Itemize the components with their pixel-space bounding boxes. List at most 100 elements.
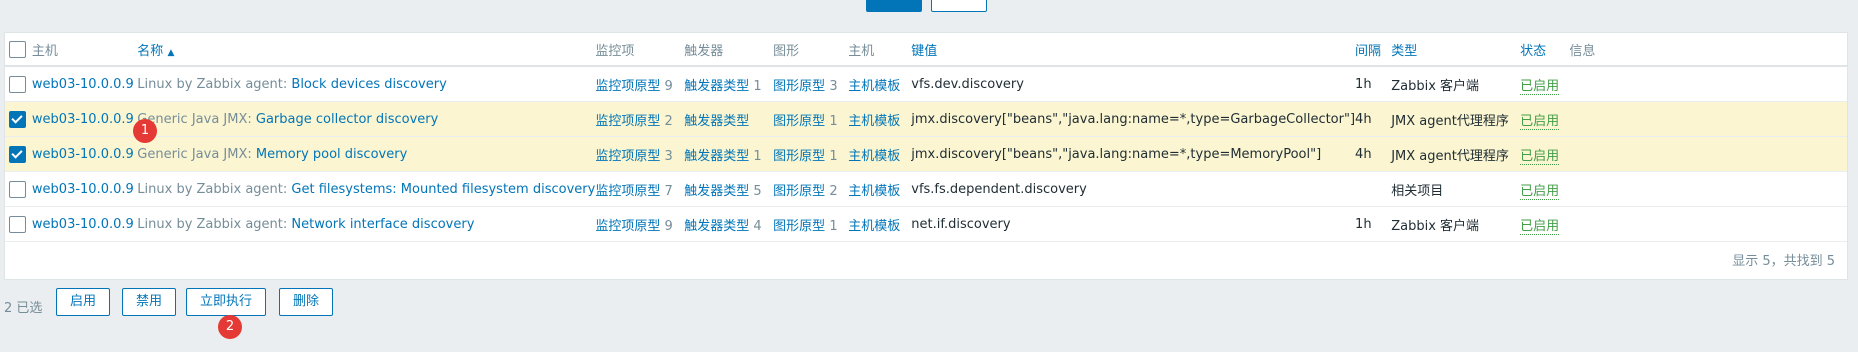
rule-name-link[interactable]: Memory pool discovery [256, 147, 407, 162]
interval-value: 4h [1355, 136, 1392, 172]
trigger-prototypes-link[interactable]: 触发器类型 [684, 114, 749, 129]
host-prototypes-link[interactable]: 主机模板 [848, 184, 900, 199]
info-cell [1569, 136, 1847, 172]
type-value: Zabbix 客户端 [1391, 206, 1521, 242]
graph-prototypes-link[interactable]: 图形原型 [773, 149, 825, 164]
template-link[interactable]: Linux by Zabbix agent [137, 182, 283, 197]
graph-prototypes-count: 3 [829, 78, 838, 94]
item-prototypes-link[interactable]: 监控项原型 [595, 219, 660, 234]
col-type[interactable]: 类型 [1391, 33, 1521, 67]
info-cell [1569, 66, 1847, 102]
rule-name-link[interactable]: Network interface discovery [291, 217, 474, 232]
rule-name-link[interactable]: Get filesystems: Mounted filesystem disc… [291, 182, 595, 197]
trigger-prototypes-count: 1 [753, 148, 762, 164]
host-link[interactable]: web03-10.0.0.9 [32, 147, 134, 162]
key-value: net.if.discovery [911, 206, 1356, 242]
step-badge-2: 2 [218, 315, 242, 339]
item-prototypes-count: 2 [664, 113, 673, 129]
apply-filter-button[interactable] [866, 0, 922, 12]
col-triggers: 触发器 [684, 33, 774, 67]
table-row: web03-10.0.0.9 Linux by Zabbix agent: Bl… [5, 66, 1847, 102]
selected-count: 2 已选 [4, 301, 43, 316]
host-prototypes-link[interactable]: 主机模板 [848, 149, 900, 164]
rule-name-link[interactable]: Block devices discovery [291, 77, 446, 92]
item-prototypes-count: 7 [664, 183, 673, 199]
row-checkbox[interactable] [9, 215, 26, 233]
rule-name-link[interactable]: Garbage collector discovery [256, 112, 438, 127]
filter-bar [0, 0, 1858, 22]
type-value: 相关项目 [1391, 171, 1521, 207]
status-toggle[interactable]: 已启用 [1520, 183, 1560, 200]
sort-asc-icon: ▲ [167, 47, 175, 58]
col-graphs: 图形 [773, 33, 849, 67]
mass-action-bar: 2 已选 启用 禁用 立即执行 删除 [0, 288, 1858, 322]
execute-now-button[interactable]: 立即执行 [186, 288, 267, 316]
trigger-prototypes-count: 1 [753, 78, 762, 94]
interval-value [1355, 171, 1392, 207]
trigger-prototypes-link[interactable]: 触发器类型 [684, 79, 749, 94]
row-checkbox[interactable] [9, 110, 26, 128]
trigger-prototypes-count: 5 [753, 183, 762, 199]
template-link[interactable]: Linux by Zabbix agent [137, 217, 283, 232]
graph-prototypes-link[interactable]: 图形原型 [773, 219, 825, 234]
graph-prototypes-count: 1 [829, 218, 838, 234]
col-status[interactable]: 状态 [1520, 33, 1570, 67]
row-checkbox[interactable] [9, 180, 26, 198]
select-all-checkbox[interactable] [9, 40, 26, 58]
host-link[interactable]: web03-10.0.0.9 [32, 217, 134, 232]
table-row: web03-10.0.0.9 Linux by Zabbix agent: Ne… [5, 206, 1847, 242]
key-value: jmx.discovery["beans","java.lang:name=*,… [911, 136, 1356, 172]
host-link[interactable]: web03-10.0.0.9 [32, 77, 134, 92]
status-toggle[interactable]: 已启用 [1520, 113, 1560, 130]
trigger-prototypes-link[interactable]: 触发器类型 [684, 219, 749, 234]
col-items: 监控项 [595, 33, 685, 67]
graph-prototypes-link[interactable]: 图形原型 [773, 184, 825, 199]
item-prototypes-count: 9 [664, 218, 673, 234]
item-prototypes-link[interactable]: 监控项原型 [595, 149, 660, 164]
key-value: jmx.discovery["beans","java.lang:name=*,… [911, 101, 1356, 137]
type-value: Zabbix 客户端 [1391, 66, 1521, 102]
results-summary: 显示 5，共找到 5 [1732, 254, 1835, 269]
status-toggle[interactable]: 已启用 [1520, 218, 1560, 235]
item-prototypes-link[interactable]: 监控项原型 [595, 79, 660, 94]
host-prototypes-link[interactable]: 主机模板 [848, 219, 900, 234]
table-row: web03-10.0.0.9 Generic Java JMX: Garbage… [5, 101, 1847, 137]
col-host: 主机 [31, 33, 138, 67]
item-prototypes-link[interactable]: 监控项原型 [595, 114, 660, 129]
item-prototypes-link[interactable]: 监控项原型 [595, 184, 660, 199]
host-prototypes-link[interactable]: 主机模板 [848, 114, 900, 129]
row-checkbox[interactable] [9, 145, 26, 163]
col-name-label[interactable]: 名称 [137, 44, 163, 59]
template-link[interactable]: Linux by Zabbix agent [137, 77, 283, 92]
delete-button[interactable]: 删除 [279, 288, 334, 316]
step-badge-1: 1 [133, 119, 157, 143]
status-toggle[interactable]: 已启用 [1520, 148, 1560, 165]
host-prototypes-link[interactable]: 主机模板 [848, 79, 900, 94]
host-link[interactable]: web03-10.0.0.9 [32, 182, 134, 197]
interval-value: 1h [1355, 66, 1392, 102]
info-cell [1569, 206, 1847, 242]
trigger-prototypes-link[interactable]: 触发器类型 [684, 184, 749, 199]
row-checkbox[interactable] [9, 75, 26, 93]
reset-filter-button[interactable] [931, 0, 987, 12]
col-hosts: 主机 [848, 33, 912, 67]
graph-prototypes-count: 2 [829, 183, 838, 199]
trigger-prototypes-link[interactable]: 触发器类型 [684, 149, 749, 164]
host-link[interactable]: web03-10.0.0.9 [32, 112, 134, 127]
discovery-rules-table: 主机 名称 ▲ 监控项 触发器 图形 主机 键值 间隔 类型 状态 信息 web… [5, 33, 1847, 242]
graph-prototypes-link[interactable]: 图形原型 [773, 114, 825, 129]
enable-button[interactable]: 启用 [56, 288, 111, 316]
col-key[interactable]: 键值 [911, 33, 1356, 67]
interval-value: 4h [1355, 101, 1392, 137]
col-interval[interactable]: 间隔 [1355, 33, 1392, 67]
status-toggle[interactable]: 已启用 [1520, 78, 1560, 95]
table-header: 主机 名称 ▲ 监控项 触发器 图形 主机 键值 间隔 类型 状态 信息 [5, 33, 1847, 67]
key-value: vfs.dev.discovery [911, 66, 1356, 102]
item-prototypes-count: 3 [664, 148, 673, 164]
template-link[interactable]: Generic Java JMX [137, 147, 247, 162]
col-name[interactable]: 名称 ▲ [137, 33, 596, 67]
col-info: 信息 [1569, 33, 1847, 67]
type-value: JMX agent代理程序 [1391, 136, 1521, 172]
disable-button[interactable]: 禁用 [122, 288, 177, 316]
graph-prototypes-link[interactable]: 图形原型 [773, 79, 825, 94]
